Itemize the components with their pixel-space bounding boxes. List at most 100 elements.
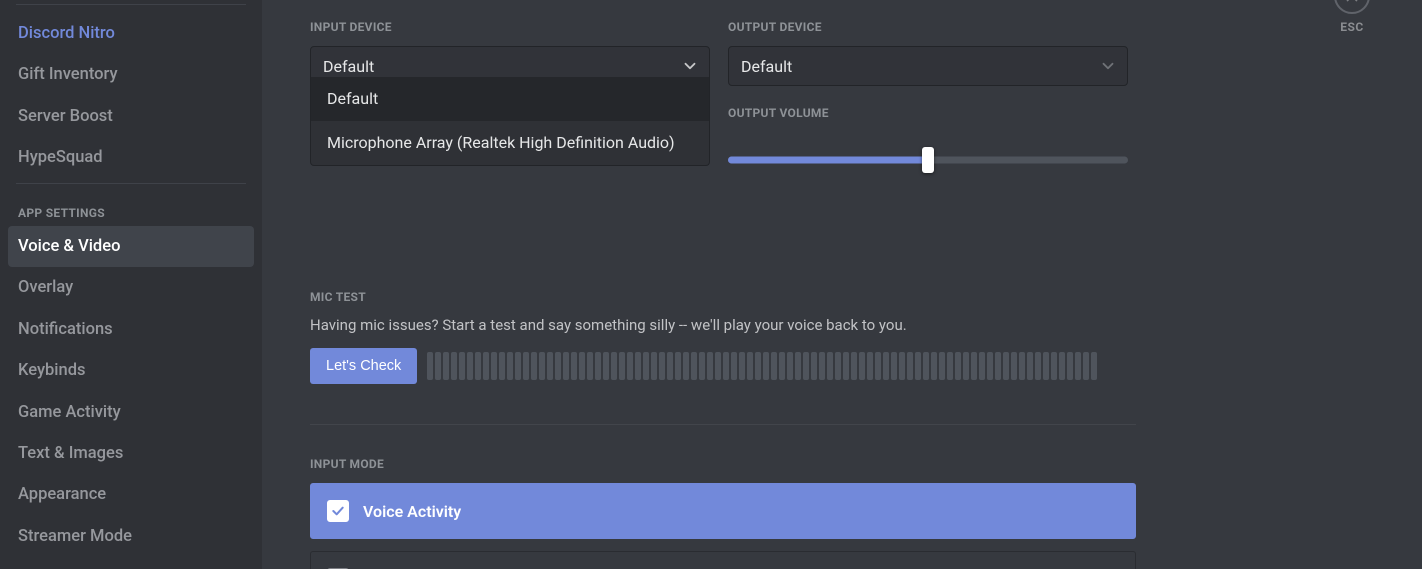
level-meter-segment [563,352,569,380]
esc-label: ESC [1340,20,1364,34]
level-meter-segment [691,352,697,380]
level-meter-segment [1051,352,1057,380]
level-meter-segment [499,352,505,380]
level-meter-segment [715,352,721,380]
level-meter-segment [507,352,513,380]
level-meter-segment [667,352,673,380]
level-meter-segment [907,352,913,380]
level-meter-segment [515,352,521,380]
level-meter-segment [851,352,857,380]
level-meter-segment [459,352,465,380]
input-device-dropdown-panel: Default Microphone Array (Realtek High D… [310,77,710,166]
output-device-select[interactable]: Default [728,46,1128,86]
sidebar-item-text-images[interactable]: Text & Images [8,433,254,474]
output-volume-slider[interactable] [728,150,1128,170]
mic-test-lets-check-button[interactable]: Let's Check [310,348,417,384]
input-mode-voice-activity[interactable]: Voice Activity [310,483,1136,539]
level-meter-segment [875,352,881,380]
level-meter-segment [635,352,641,380]
level-meter-segment [1027,352,1033,380]
level-meter-segment [995,352,1001,380]
level-meter-segment [451,352,457,380]
sidebar-item-server-boost[interactable]: Server Boost [8,96,254,137]
input-device-label: INPUT DEVICE [310,0,710,46]
level-meter-segment [1091,352,1097,380]
output-device-section: OUTPUT DEVICE Default OUTPUT VOLUME [728,0,1128,170]
mic-test-section: MIC TEST Having mic issues? Start a test… [310,290,1382,384]
sidebar-item-overlay[interactable]: Overlay [8,267,254,308]
output-device-label: OUTPUT DEVICE [728,0,1128,46]
level-meter-segment [611,352,617,380]
level-meter-segment [883,352,889,380]
level-meter-segment [555,352,561,380]
level-meter-segment [827,352,833,380]
output-device-selected-value: Default [741,57,792,76]
section-divider [310,424,1136,425]
level-meter-segment [603,352,609,380]
level-meter-segment [683,352,689,380]
level-meter-segment [803,352,809,380]
level-meter-segment [819,352,825,380]
slider-thumb[interactable] [922,147,934,173]
level-meter-segment [579,352,585,380]
level-meter-segment [747,352,753,380]
level-meter-segment [915,352,921,380]
input-device-selected-value: Default [323,57,374,76]
level-meter-segment [923,352,929,380]
level-meter-segment [1003,352,1009,380]
level-meter-segment [643,352,649,380]
level-meter-segment [627,352,633,380]
level-meter-segment [947,352,953,380]
mic-test-help-text: Having mic issues? Start a test and say … [310,316,1382,334]
level-meter-segment [1075,352,1081,380]
level-meter-segment [843,352,849,380]
close-icon [1334,0,1370,14]
sidebar-item-discord-nitro[interactable]: Discord Nitro [8,13,254,54]
level-meter-segment [1083,352,1089,380]
level-meter-segment [699,352,705,380]
level-meter-segment [1011,352,1017,380]
level-meter-segment [979,352,985,380]
level-meter-segment [931,352,937,380]
sidebar-item-game-activity[interactable]: Game Activity [8,392,254,433]
level-meter-segment [1067,352,1073,380]
level-meter-segment [731,352,737,380]
sidebar-item-keybinds[interactable]: Keybinds [8,350,254,391]
input-mode-label: INPUT MODE [310,457,1382,483]
level-meter-segment [971,352,977,380]
mic-test-label: MIC TEST [310,290,1382,316]
input-device-section: INPUT DEVICE Default Default Microphone … [310,0,710,170]
output-volume-label: OUTPUT VOLUME [728,86,1128,132]
level-meter-segment [723,352,729,380]
sidebar-item-hypesquad[interactable]: HypeSquad [8,137,254,178]
close-settings-button[interactable]: ESC [1334,0,1370,34]
sidebar-item-gift-inventory[interactable]: Gift Inventory [8,54,254,95]
slider-fill [728,157,928,164]
level-meter-segment [811,352,817,380]
input-device-option-default[interactable]: Default [311,77,709,121]
level-meter-segment [755,352,761,380]
sidebar-item-appearance[interactable]: Appearance [8,474,254,515]
input-mode-section: INPUT MODE Voice Activity Push to Talk [310,457,1382,569]
level-meter-segment [587,352,593,380]
mic-level-meter [427,351,1382,381]
sidebar-item-voice-video[interactable]: Voice & Video [8,226,254,267]
input-device-option-mic-array[interactable]: Microphone Array (Realtek High Definitio… [311,121,709,165]
voice-video-settings-panel: ESC INPUT DEVICE Default Default Microph… [262,0,1422,569]
level-meter-segment [523,352,529,380]
input-mode-push-to-talk[interactable]: Push to Talk [310,551,1136,569]
level-meter-segment [955,352,961,380]
sidebar-item-notifications[interactable]: Notifications [8,309,254,350]
level-meter-segment [491,352,497,380]
level-meter-segment [835,352,841,380]
level-meter-segment [651,352,657,380]
level-meter-segment [427,352,433,380]
level-meter-segment [779,352,785,380]
sidebar-divider [16,4,246,5]
sidebar-item-streamer-mode[interactable]: Streamer Mode [8,516,254,557]
level-meter-segment [483,352,489,380]
level-meter-segment [859,352,865,380]
level-meter-segment [1043,352,1049,380]
level-meter-segment [1059,352,1065,380]
level-meter-segment [739,352,745,380]
